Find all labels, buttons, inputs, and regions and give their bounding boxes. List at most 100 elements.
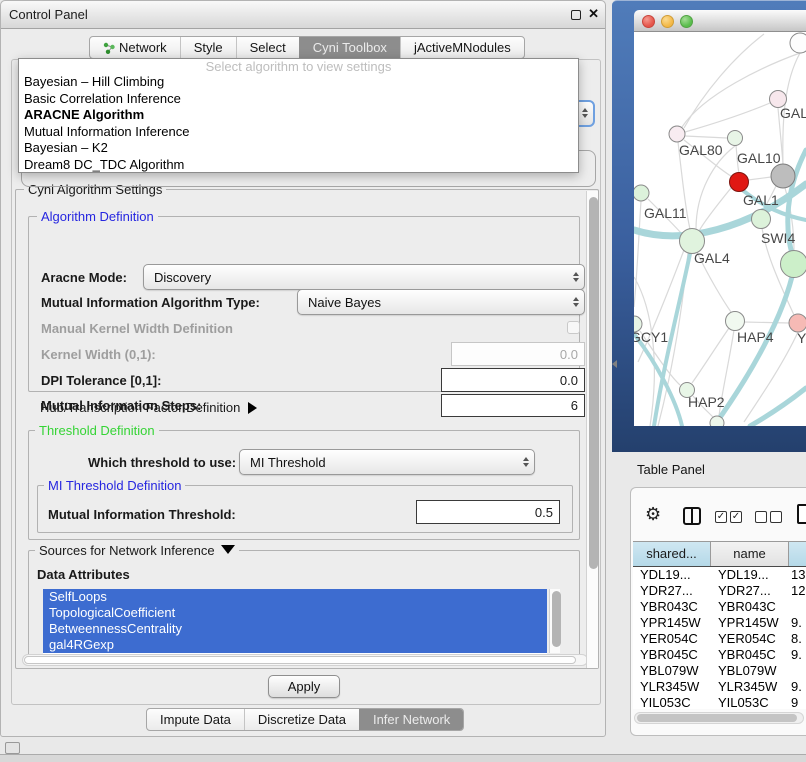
cell: 9 bbox=[787, 695, 806, 709]
tab-style[interactable]: Style bbox=[180, 37, 236, 58]
which-threshold-label: Which threshold to use: bbox=[88, 455, 236, 470]
mi-threshold-group: MI Threshold Definition Mutual Informati… bbox=[37, 485, 573, 533]
dpi-tolerance-field[interactable]: 0.0 bbox=[441, 368, 585, 392]
table-horizontal-scrollbar[interactable] bbox=[634, 712, 804, 724]
tab-network[interactable]: Network bbox=[90, 37, 180, 58]
hub-definition-toggle[interactable]: Hub/Transcription Factor Definition bbox=[40, 400, 257, 415]
list-item[interactable]: gal4RGexp bbox=[43, 637, 547, 653]
cell: YER054C bbox=[709, 631, 787, 647]
dropdown-item[interactable]: Bayesian – K2 bbox=[19, 140, 578, 157]
mi-threshold-field[interactable]: 0.5 bbox=[416, 500, 560, 524]
combo-stepper-icon bbox=[579, 108, 591, 118]
select-all-checkbox-icon[interactable]: ✓ bbox=[715, 511, 727, 523]
deselect-checkbox-icon[interactable] bbox=[755, 511, 767, 523]
cell: YDR27... bbox=[709, 583, 787, 599]
table-row[interactable]: YIL053CYIL053C9 bbox=[633, 695, 806, 709]
column-header-shared-name[interactable]: shared... bbox=[633, 542, 711, 566]
node-gal80[interactable] bbox=[669, 126, 685, 142]
list-item[interactable]: SelfLoops bbox=[43, 589, 547, 605]
tab-cyni-toolbox-label: Cyni Toolbox bbox=[313, 37, 387, 58]
kernel-width-field[interactable]: 0.0 bbox=[451, 342, 585, 366]
manual-kernel-checkbox[interactable] bbox=[567, 321, 580, 334]
table-row[interactable]: YBR043CYBR043C bbox=[633, 599, 806, 615]
cell: YPR145W bbox=[709, 615, 787, 631]
cell: YBL079W bbox=[709, 663, 787, 679]
list-item[interactable]: BetweennessCentrality bbox=[43, 621, 547, 637]
gear-icon[interactable]: ⚙ bbox=[645, 504, 661, 525]
list-item[interactable]: TopologicalCoefficient bbox=[43, 605, 547, 621]
close-traffic-light-icon[interactable] bbox=[642, 15, 655, 28]
export-table-icon[interactable] bbox=[797, 504, 806, 524]
table-row[interactable]: YBR045CYBR045C9. bbox=[633, 647, 806, 663]
settings-vertical-scrollbar[interactable] bbox=[586, 191, 598, 668]
column-header-name[interactable]: name bbox=[711, 542, 789, 566]
sources-group-title[interactable]: Sources for Network Inference bbox=[35, 543, 239, 558]
tab-cyni-toolbox[interactable]: Cyni Toolbox bbox=[299, 37, 400, 58]
node-hap4[interactable] bbox=[726, 312, 745, 331]
dropdown-item[interactable]: Bayesian – Hill Climbing bbox=[19, 74, 578, 91]
tab-discretize-data[interactable]: Discretize Data bbox=[244, 709, 359, 730]
float-window-icon[interactable] bbox=[571, 10, 581, 20]
cell: YDL19... bbox=[633, 567, 709, 583]
settings-horizontal-scrollbar[interactable] bbox=[22, 654, 588, 666]
cyni-bottom-tabbar: Impute Data Discretize Data Infer Networ… bbox=[146, 708, 464, 731]
node[interactable] bbox=[710, 416, 724, 426]
zoom-traffic-light-icon[interactable] bbox=[680, 15, 693, 28]
column-header-clipped[interactable] bbox=[789, 542, 806, 566]
table-row[interactable]: YPR145WYPR145W9. bbox=[633, 615, 806, 631]
aracne-mode-value: Discovery bbox=[144, 270, 568, 285]
cell: YIL053C bbox=[709, 695, 787, 709]
tab-impute-data[interactable]: Impute Data bbox=[147, 709, 244, 730]
node-label: GAL80 bbox=[679, 142, 723, 158]
columns-icon[interactable] bbox=[683, 507, 701, 525]
cell: 8. bbox=[787, 631, 806, 647]
table-row[interactable]: YLR345WYLR345W9. bbox=[633, 679, 806, 695]
algorithm-definition-title: Algorithm Definition bbox=[37, 209, 158, 224]
table-row[interactable]: YDR27...YDR27...12 bbox=[633, 583, 806, 599]
network-view-titlebar[interactable] bbox=[634, 10, 806, 32]
node-gray[interactable] bbox=[771, 164, 795, 188]
node-big-green[interactable] bbox=[781, 251, 806, 278]
node[interactable] bbox=[790, 33, 806, 53]
dropdown-item-selected[interactable]: ARACNE Algorithm bbox=[19, 107, 578, 124]
table-row[interactable]: YBL079WYBL079W bbox=[633, 663, 806, 679]
tab-infer-network-label: Infer Network bbox=[373, 709, 450, 730]
apply-button[interactable]: Apply bbox=[268, 675, 340, 698]
dropdown-item[interactable]: Basic Correlation Inference bbox=[19, 91, 578, 108]
table-row[interactable]: YER054CYER054C8. bbox=[633, 631, 806, 647]
node-gal1-selected[interactable] bbox=[730, 173, 749, 192]
which-threshold-combo[interactable]: MI Threshold bbox=[239, 449, 535, 475]
list-vertical-scrollbar[interactable] bbox=[549, 589, 560, 653]
mi-steps-field[interactable]: 6 bbox=[441, 394, 585, 417]
dropdown-placeholder: Select algorithm to view settings bbox=[19, 59, 578, 74]
node-gal11[interactable] bbox=[634, 185, 649, 201]
dpi-tolerance-value: 0.0 bbox=[560, 373, 578, 388]
dropdown-item[interactable]: Dream8 DC_TDC Algorithm bbox=[19, 157, 578, 174]
select-all-checkbox-icon[interactable]: ✓ bbox=[730, 511, 742, 523]
threshold-definition-title: Threshold Definition bbox=[35, 423, 159, 438]
cell bbox=[787, 663, 806, 679]
node-label: GAL4 bbox=[694, 250, 730, 266]
tab-infer-network[interactable]: Infer Network bbox=[359, 709, 463, 730]
node-swi4[interactable] bbox=[752, 210, 771, 229]
minimized-panel-icon[interactable] bbox=[5, 742, 20, 754]
mi-type-combo[interactable]: Naive Bayes bbox=[297, 289, 585, 315]
node-label: SWI4 bbox=[761, 230, 795, 246]
close-icon[interactable]: ✕ bbox=[588, 6, 599, 22]
control-panel-titlebar[interactable]: Control Panel ✕ bbox=[1, 1, 605, 29]
table-row[interactable]: YDL19...YDL19...13 bbox=[633, 567, 806, 583]
algorithm-definition-group: Algorithm Definition Aracne Mode: Discov… bbox=[28, 216, 580, 392]
mi-type-value: Naive Bayes bbox=[298, 295, 568, 310]
tab-jactivemnodules[interactable]: jActiveMNodules bbox=[400, 37, 524, 58]
kernel-width-value: 0.0 bbox=[560, 347, 578, 362]
network-canvas[interactable]: GAL GAL80 GAL10 GAL1 GAL11 SWI4 GAL4 GCY… bbox=[634, 32, 806, 426]
aracne-mode-combo[interactable]: Discovery bbox=[143, 264, 585, 290]
tab-select[interactable]: Select bbox=[236, 37, 299, 58]
deselect-checkbox-icon[interactable] bbox=[770, 511, 782, 523]
splitpane-collapse-icon[interactable] bbox=[612, 360, 617, 368]
aracne-mode-label: Aracne Mode: bbox=[41, 270, 127, 285]
node-gal10[interactable] bbox=[728, 131, 743, 146]
dropdown-item[interactable]: Mutual Information Inference bbox=[19, 124, 578, 141]
cell: YBL079W bbox=[633, 663, 709, 679]
minimize-traffic-light-icon[interactable] bbox=[661, 15, 674, 28]
